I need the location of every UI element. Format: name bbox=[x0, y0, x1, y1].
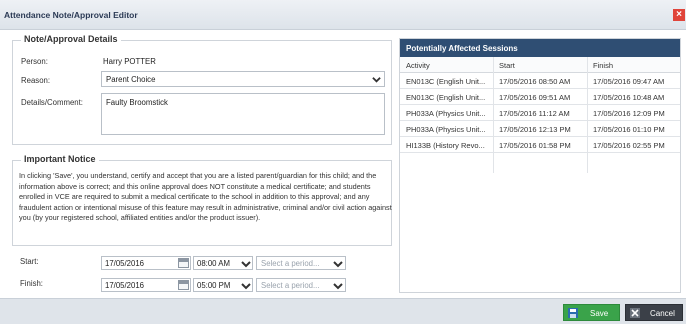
comment-label: Details/Comment: bbox=[21, 98, 83, 107]
cell-finish: 17/05/2016 01:10 PM bbox=[593, 125, 665, 134]
save-button[interactable]: Save bbox=[563, 304, 620, 321]
person-label: Person: bbox=[21, 57, 48, 66]
table-row[interactable]: EN013C (English Unit... 17/05/2016 08:50… bbox=[400, 73, 680, 89]
cell-start: 17/05/2016 11:12 AM bbox=[499, 109, 570, 118]
reason-label: Reason: bbox=[21, 76, 51, 85]
start-period-select[interactable]: Select a period... bbox=[256, 256, 346, 270]
finish-period-placeholder: Select a period... bbox=[261, 281, 320, 290]
close-icon: × bbox=[676, 9, 682, 20]
details-legend: Note/Approval Details bbox=[21, 34, 121, 44]
dialog-footer: Save Cancel bbox=[0, 298, 686, 324]
finish-date-input[interactable]: 17/05/2016 bbox=[101, 278, 191, 292]
start-time-input[interactable]: 08:00 AM bbox=[193, 256, 253, 270]
column-header-activity[interactable]: Activity bbox=[406, 61, 430, 70]
sessions-panel: Potentially Affected Sessions Activity S… bbox=[399, 38, 681, 293]
cancel-label: Cancel bbox=[650, 309, 675, 318]
cell-finish: 17/05/2016 02:55 PM bbox=[593, 141, 665, 150]
cell-finish: 17/05/2016 09:47 AM bbox=[593, 77, 665, 86]
start-period-placeholder: Select a period... bbox=[261, 259, 320, 268]
finish-period-select[interactable]: Select a period... bbox=[256, 278, 346, 292]
save-label: Save bbox=[590, 309, 609, 318]
chevron-down-icon[interactable] bbox=[240, 257, 252, 271]
table-row[interactable]: EN013C (English Unit... 17/05/2016 09:51… bbox=[400, 89, 680, 105]
cell-start: 17/05/2016 09:51 AM bbox=[499, 93, 571, 102]
close-button[interactable]: × bbox=[673, 9, 685, 21]
comment-textarea[interactable]: Faulty Broomstick bbox=[101, 93, 385, 135]
cell-finish: 17/05/2016 10:48 AM bbox=[593, 93, 665, 102]
chevron-down-icon[interactable] bbox=[332, 257, 344, 271]
cancel-x-icon bbox=[630, 308, 640, 318]
cell-activity: PH033A (Physics Unit... bbox=[406, 109, 486, 118]
person-value: Harry POTTER bbox=[103, 57, 156, 66]
cell-activity: HI133B (History Revo... bbox=[406, 141, 485, 150]
cell-start: 17/05/2016 12:13 PM bbox=[499, 125, 571, 134]
finish-time-input[interactable]: 05:00 PM bbox=[193, 278, 253, 292]
comment-value: Faulty Broomstick bbox=[106, 98, 168, 107]
table-row[interactable]: PH033A (Physics Unit... 17/05/2016 12:13… bbox=[400, 121, 680, 137]
floppy-disk-icon bbox=[568, 308, 578, 318]
finish-label: Finish: bbox=[20, 279, 43, 288]
chevron-down-icon bbox=[372, 77, 381, 83]
start-label: Start: bbox=[20, 257, 39, 266]
reason-value: Parent Choice bbox=[106, 75, 156, 84]
sessions-header-row: Activity Start Finish bbox=[400, 57, 680, 73]
start-time-value: 08:00 AM bbox=[197, 259, 230, 268]
sessions-title: Potentially Affected Sessions bbox=[400, 39, 680, 57]
notice-legend: Important Notice bbox=[21, 154, 99, 164]
finish-time-value: 05:00 PM bbox=[197, 281, 231, 290]
attendance-editor-dialog: Attendance Note/Approval Editor × Note/A… bbox=[0, 0, 686, 324]
column-header-finish[interactable]: Finish bbox=[593, 61, 613, 70]
cell-finish: 17/05/2016 12:09 PM bbox=[593, 109, 665, 118]
calendar-icon[interactable] bbox=[178, 258, 189, 268]
chevron-down-icon[interactable] bbox=[240, 279, 252, 293]
table-row[interactable]: PH033A (Physics Unit... 17/05/2016 11:12… bbox=[400, 105, 680, 121]
table-row[interactable]: HI133B (History Revo... 17/05/2016 01:58… bbox=[400, 137, 680, 153]
start-date-value: 17/05/2016 bbox=[105, 259, 145, 268]
cell-start: 17/05/2016 01:58 PM bbox=[499, 141, 571, 150]
cell-start: 17/05/2016 08:50 AM bbox=[499, 77, 571, 86]
cell-activity: EN013C (English Unit... bbox=[406, 93, 486, 102]
reason-select[interactable]: Parent Choice bbox=[101, 71, 385, 87]
column-header-start[interactable]: Start bbox=[499, 61, 515, 70]
finish-date-value: 17/05/2016 bbox=[105, 281, 145, 290]
cell-activity: PH033A (Physics Unit... bbox=[406, 125, 486, 134]
calendar-icon[interactable] bbox=[178, 280, 189, 290]
chevron-down-icon[interactable] bbox=[332, 279, 344, 293]
start-date-input[interactable]: 17/05/2016 bbox=[101, 256, 191, 270]
title-bar: Attendance Note/Approval Editor × bbox=[0, 0, 686, 30]
notice-group: Important Notice In clicking 'Save', you… bbox=[12, 154, 392, 246]
cell-activity: EN013C (English Unit... bbox=[406, 77, 486, 86]
cancel-button[interactable]: Cancel bbox=[625, 304, 683, 321]
dialog-title: Attendance Note/Approval Editor bbox=[4, 10, 138, 20]
details-group: Note/Approval Details Person: Harry POTT… bbox=[12, 34, 392, 145]
notice-text: In clicking 'Save', you understand, cert… bbox=[19, 171, 392, 222]
